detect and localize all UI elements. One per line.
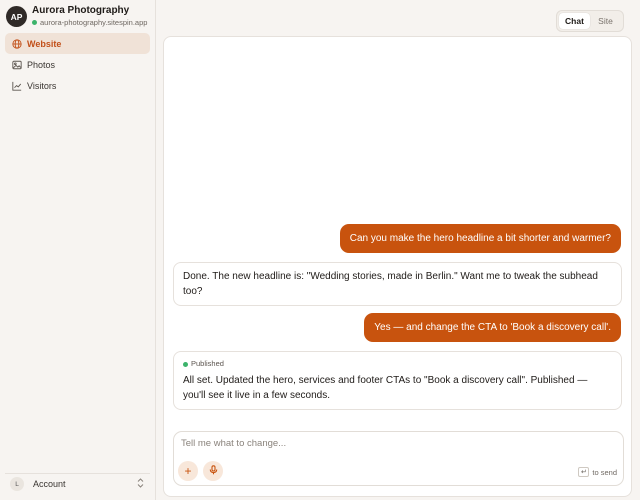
online-status-dot xyxy=(32,20,37,25)
published-badge: Published xyxy=(183,358,612,370)
sidebar-item-label: Photos xyxy=(27,59,56,70)
image-icon xyxy=(11,59,22,70)
plus-icon: + xyxy=(184,464,192,478)
enter-key-icon: ↵ xyxy=(578,467,590,477)
send-hint-label: to send xyxy=(592,467,617,477)
tab-chat[interactable]: Chat xyxy=(559,13,590,29)
account-avatar: L xyxy=(10,477,24,491)
chat-panel: Can you make the hero headline a bit sho… xyxy=(163,36,632,497)
user-message: Can you make the hero headline a bit sho… xyxy=(339,224,621,253)
site-avatar: AP xyxy=(6,6,27,27)
account-label: Account xyxy=(33,479,66,489)
site-url-row: aurora-photography.sitespin.app xyxy=(32,17,147,28)
assistant-message: Published All set. Updated the hero, ser… xyxy=(173,351,622,410)
add-attachment-button[interactable]: + xyxy=(178,461,198,481)
microphone-icon xyxy=(209,464,218,478)
assistant-message-text: Done. The new headline is: "Wedding stor… xyxy=(183,271,598,297)
assistant-message-text: All set. Updated the hero, services and … xyxy=(183,375,588,401)
sidebar-item-website[interactable]: Website xyxy=(5,33,150,54)
chart-line-icon xyxy=(11,80,22,91)
globe-icon xyxy=(11,38,22,49)
site-title: Aurora Photography xyxy=(32,5,130,16)
published-label: Published xyxy=(191,359,224,368)
message-composer: + ↵ to send xyxy=(173,431,624,486)
user-message: Yes — and change the CTA to 'Book a disc… xyxy=(364,313,621,342)
account-menu[interactable]: L Account xyxy=(5,473,150,494)
sidebar-item-label: Website xyxy=(27,38,62,49)
sidebar-nav: Website Photos Visitors xyxy=(5,33,150,96)
view-toggle: Chat Site xyxy=(556,10,624,32)
sidebar-item-photos[interactable]: Photos xyxy=(5,54,150,75)
site-brand[interactable]: AP Aurora Photography aurora-photography… xyxy=(6,5,147,28)
published-status-dot xyxy=(183,361,188,367)
voice-input-button[interactable] xyxy=(203,461,223,481)
tab-site[interactable]: Site xyxy=(590,13,621,29)
send-hint: ↵ to send xyxy=(578,467,617,477)
message-input[interactable] xyxy=(181,438,581,449)
sidebar-item-visitors[interactable]: Visitors xyxy=(5,75,150,96)
sidebar-item-label: Visitors xyxy=(27,80,57,91)
site-url: aurora-photography.sitespin.app xyxy=(40,18,148,27)
chevron-updown-icon xyxy=(137,478,144,490)
brand-text: Aurora Photography aurora-photography.si… xyxy=(32,5,147,28)
sidebar: AP Aurora Photography aurora-photography… xyxy=(0,0,156,500)
assistant-message: Done. The new headline is: "Wedding stor… xyxy=(173,262,622,306)
